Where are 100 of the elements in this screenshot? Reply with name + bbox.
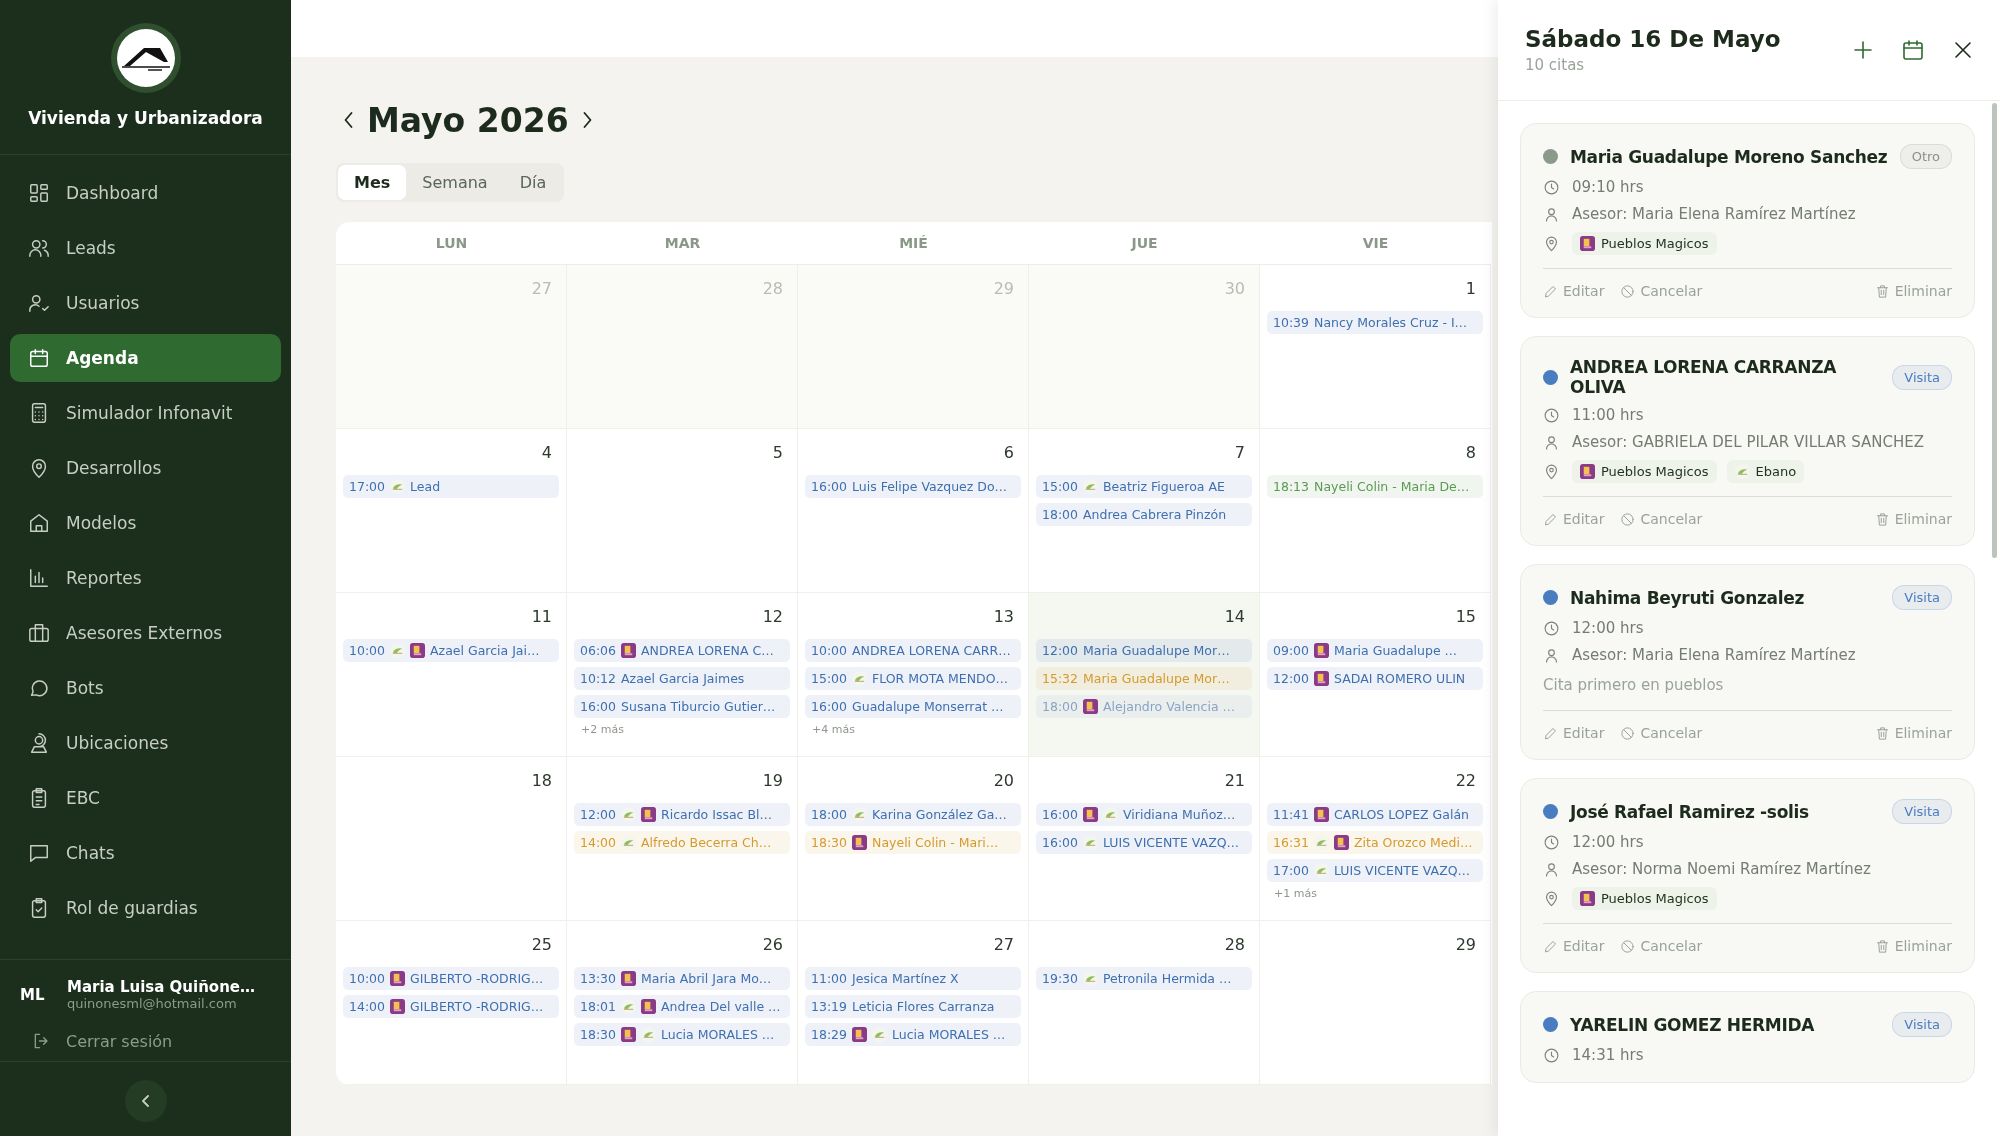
scrollbar[interactable] xyxy=(1992,103,1997,558)
day-cell[interactable]: 21 16:00 Viridiana Muñoz… 16:00 LUIS VICENTE VAZQ… xyxy=(1029,757,1260,921)
logout-link[interactable]: Cerrar sesión xyxy=(20,1031,271,1051)
calendar-event[interactable]: 17:00 Lead xyxy=(343,475,559,498)
edit-button[interactable]: Editar xyxy=(1543,725,1605,741)
edit-button[interactable]: Editar xyxy=(1543,511,1605,527)
day-cell[interactable]: 12 06:06 ANDREA LORENA C… 10:12 Azael Garcia Jaimes 16:00 Susana Tiburcio Gutier… +2 más xyxy=(567,593,798,757)
cancel-button[interactable]: Cancelar xyxy=(1620,938,1703,954)
day-cell[interactable]: 8 18:13 Nayeli Colin - Maria De… xyxy=(1260,429,1491,593)
edit-button[interactable]: Editar xyxy=(1543,283,1605,299)
tile-logo-icon xyxy=(1083,807,1099,822)
sidebar-item[interactable]: Bots xyxy=(10,664,281,712)
calendar-event[interactable]: 16:00 Susana Tiburcio Gutier… xyxy=(574,695,790,718)
day-cell[interactable]: 5 xyxy=(567,429,798,593)
sidebar-item[interactable]: Rol de guardias xyxy=(10,884,281,932)
calendar-event[interactable]: 10:12 Azael Garcia Jaimes xyxy=(574,667,790,690)
sidebar-item[interactable]: Asesores Externos xyxy=(10,609,281,657)
house-logo-icon xyxy=(109,22,182,94)
sidebar-item[interactable]: Usuarios xyxy=(10,279,281,327)
calendar-event[interactable]: 18:13 Nayeli Colin - Maria De… xyxy=(1267,475,1483,498)
day-cell[interactable]: 15 09:00 Maria Guadalupe … 12:00 SADAI ROMERO ULIN xyxy=(1260,593,1491,757)
calendar-event[interactable]: 15:00 Beatriz Figueroa AE xyxy=(1036,475,1252,498)
cancel-button[interactable]: Cancelar xyxy=(1620,283,1703,299)
calendar-event[interactable]: 06:06 ANDREA LORENA C… xyxy=(574,639,790,662)
sidebar-item[interactable]: Ubicaciones xyxy=(10,719,281,767)
edit-button[interactable]: Editar xyxy=(1543,938,1605,954)
day-cell[interactable]: 26 13:30 Maria Abril Jara Mo… 18:01 Andrea Del valle … 18:30 Lucia MORALES … xyxy=(567,921,798,1085)
calendar-event[interactable]: 14:00 GILBERTO -RODRIG… xyxy=(343,995,559,1018)
day-cell[interactable]: 20 18:00 Karina González Ga… 18:30 Nayeli Colin - Mari… xyxy=(798,757,1029,921)
calendar-event[interactable]: 16:00 Guadalupe Monserrat … xyxy=(805,695,1021,718)
more-events-link[interactable]: +2 más xyxy=(574,723,790,736)
sidebar-item[interactable]: EBC xyxy=(10,774,281,822)
sidebar-item[interactable]: Dashboard xyxy=(10,169,281,217)
day-cell[interactable]: 13 10:00 ANDREA LORENA CARR… 15:00 FLOR MOTA MENDO… 16:00 Guadalupe Monserrat … +4 más xyxy=(798,593,1029,757)
calendar-event[interactable]: 18:29 Lucia MORALES … xyxy=(805,1023,1021,1046)
sidebar-item[interactable]: Chats xyxy=(10,829,281,877)
view-tab[interactable]: Día xyxy=(503,165,563,200)
sidebar-item[interactable]: Leads xyxy=(10,224,281,272)
calendar-event[interactable]: 10:00 Azael Garcia Jai… xyxy=(343,639,559,662)
day-cell[interactable]: 18 xyxy=(336,757,567,921)
day-number: 28 xyxy=(1223,934,1246,956)
clock-icon xyxy=(1543,619,1560,637)
calendar-event[interactable]: 13:30 Maria Abril Jara Mo… xyxy=(574,967,790,990)
calendar-event[interactable]: 11:00 Jesica Martínez X xyxy=(805,967,1021,990)
day-cell[interactable]: 25 10:00 GILBERTO -RODRIG… 14:00 GILBERTO -RODRIG… xyxy=(336,921,567,1085)
calendar-event[interactable]: 10:00 GILBERTO -RODRIG… xyxy=(343,967,559,990)
calendar-event[interactable]: 18:01 Andrea Del valle … xyxy=(574,995,790,1018)
calendar-event[interactable]: 18:00 Karina González Ga… xyxy=(805,803,1021,826)
calendar-event[interactable]: 12:00 Maria Guadalupe Mor… xyxy=(1036,639,1252,662)
previous-month-button[interactable] xyxy=(344,112,353,128)
day-cell[interactable]: 22 11:41 CARLOS LOPEZ Galán 16:31 Zita Orozco Medi… 17:00 LUIS VICENTE VAZQ… +1 más xyxy=(1260,757,1491,921)
user-email: quinonesml@hotmail.com xyxy=(67,996,238,1011)
day-cell[interactable]: 11 10:00 Azael Garcia Jai… xyxy=(336,593,567,757)
day-number: 1 xyxy=(1464,278,1477,300)
day-cell[interactable]: 29 xyxy=(1260,921,1491,1085)
calendar-event[interactable]: 18:00 Andrea Cabrera Pinzón xyxy=(1036,503,1252,526)
day-number: 20 xyxy=(992,770,1015,792)
day-cell[interactable]: 19 12:00 Ricardo Issac Bl… 14:00 Alfredo Becerra Ch… xyxy=(567,757,798,921)
tile-logo-icon xyxy=(1580,236,1595,251)
calendar-event[interactable]: 10:00 ANDREA LORENA CARR… xyxy=(805,639,1021,662)
sidebar-item[interactable]: Reportes xyxy=(10,554,281,602)
next-month-button[interactable] xyxy=(582,112,592,128)
delete-button[interactable]: Eliminar xyxy=(1874,283,1952,299)
day-cell[interactable]: 7 15:00 Beatriz Figueroa AE 18:00 Andrea Cabrera Pinzón xyxy=(1029,429,1260,593)
sidebar-item[interactable]: Desarrollos xyxy=(10,444,281,492)
calendar-event[interactable]: 09:00 Maria Guadalupe … xyxy=(1267,639,1483,662)
more-events-link[interactable]: +1 más xyxy=(1267,887,1483,900)
view-tab[interactable]: Semana xyxy=(406,165,504,200)
day-cell[interactable]: 4 17:00 Lead xyxy=(336,429,567,593)
more-events-link[interactable]: +4 más xyxy=(805,723,1021,736)
client-name: Maria Guadalupe Moreno Sanchez xyxy=(1570,146,1888,167)
calendar-event[interactable]: 10:39 Nancy Morales Cruz - I… xyxy=(1267,311,1483,334)
calendar-event[interactable]: 18:30 Lucia MORALES … xyxy=(574,1023,790,1046)
day-cell[interactable]: 27 11:00 Jesica Martínez X 13:19 Leticia Flores Carranza 18:29 Lucia MORALES … xyxy=(798,921,1029,1085)
day-cell[interactable]: 6 16:00 Luis Felipe Vazquez Do… xyxy=(798,429,1029,593)
calendar-event[interactable]: 17:00 LUIS VICENTE VAZQ… xyxy=(1267,859,1483,882)
cancel-button[interactable]: Cancelar xyxy=(1620,725,1703,741)
sidebar-item[interactable]: Modelos xyxy=(10,499,281,547)
calendar-event[interactable]: 15:00 FLOR MOTA MENDO… xyxy=(805,667,1021,690)
delete-button[interactable]: Eliminar xyxy=(1874,938,1952,954)
calendar-button[interactable] xyxy=(1901,38,1925,62)
day-cell[interactable]: 28 19:30 Petronila Hermida … xyxy=(1029,921,1260,1085)
add-button[interactable] xyxy=(1851,38,1875,62)
calendar-event[interactable]: 16:00 Luis Felipe Vazquez Do… xyxy=(805,475,1021,498)
calendar-event[interactable]: 16:00 Viridiana Muñoz… xyxy=(1036,803,1252,826)
calendar-event[interactable]: 12:00 Ricardo Issac Bl… xyxy=(574,803,790,826)
day-cell[interactable]: 14 12:00 Maria Guadalupe Mor… 15:32 Maria Guadalupe Mor… 18:00 Alejandro Valencia … xyxy=(1029,593,1260,757)
calendar-event[interactable]: 13:19 Leticia Flores Carranza xyxy=(805,995,1021,1018)
calendar-event[interactable]: 11:41 CARLOS LOPEZ Galán xyxy=(1267,803,1483,826)
calendar-event[interactable]: 19:30 Petronila Hermida … xyxy=(1036,967,1252,990)
calendar-event[interactable]: 12:00 SADAI ROMERO ULIN xyxy=(1267,667,1483,690)
development-chip: Pueblos Magicos xyxy=(1572,460,1717,483)
delete-button[interactable]: Eliminar xyxy=(1874,511,1952,527)
view-tab[interactable]: Mes xyxy=(338,165,407,200)
sidebar-item[interactable]: Agenda xyxy=(10,334,281,382)
calendar-event[interactable]: 16:00 LUIS VICENTE VAZQ… xyxy=(1036,831,1252,854)
day-cell[interactable]: 1 10:39 Nancy Morales Cruz - I… xyxy=(1260,265,1491,429)
delete-button[interactable]: Eliminar xyxy=(1874,725,1952,741)
sidebar-item[interactable]: Simulador Infonavit xyxy=(10,389,281,437)
cancel-button[interactable]: Cancelar xyxy=(1620,511,1703,527)
